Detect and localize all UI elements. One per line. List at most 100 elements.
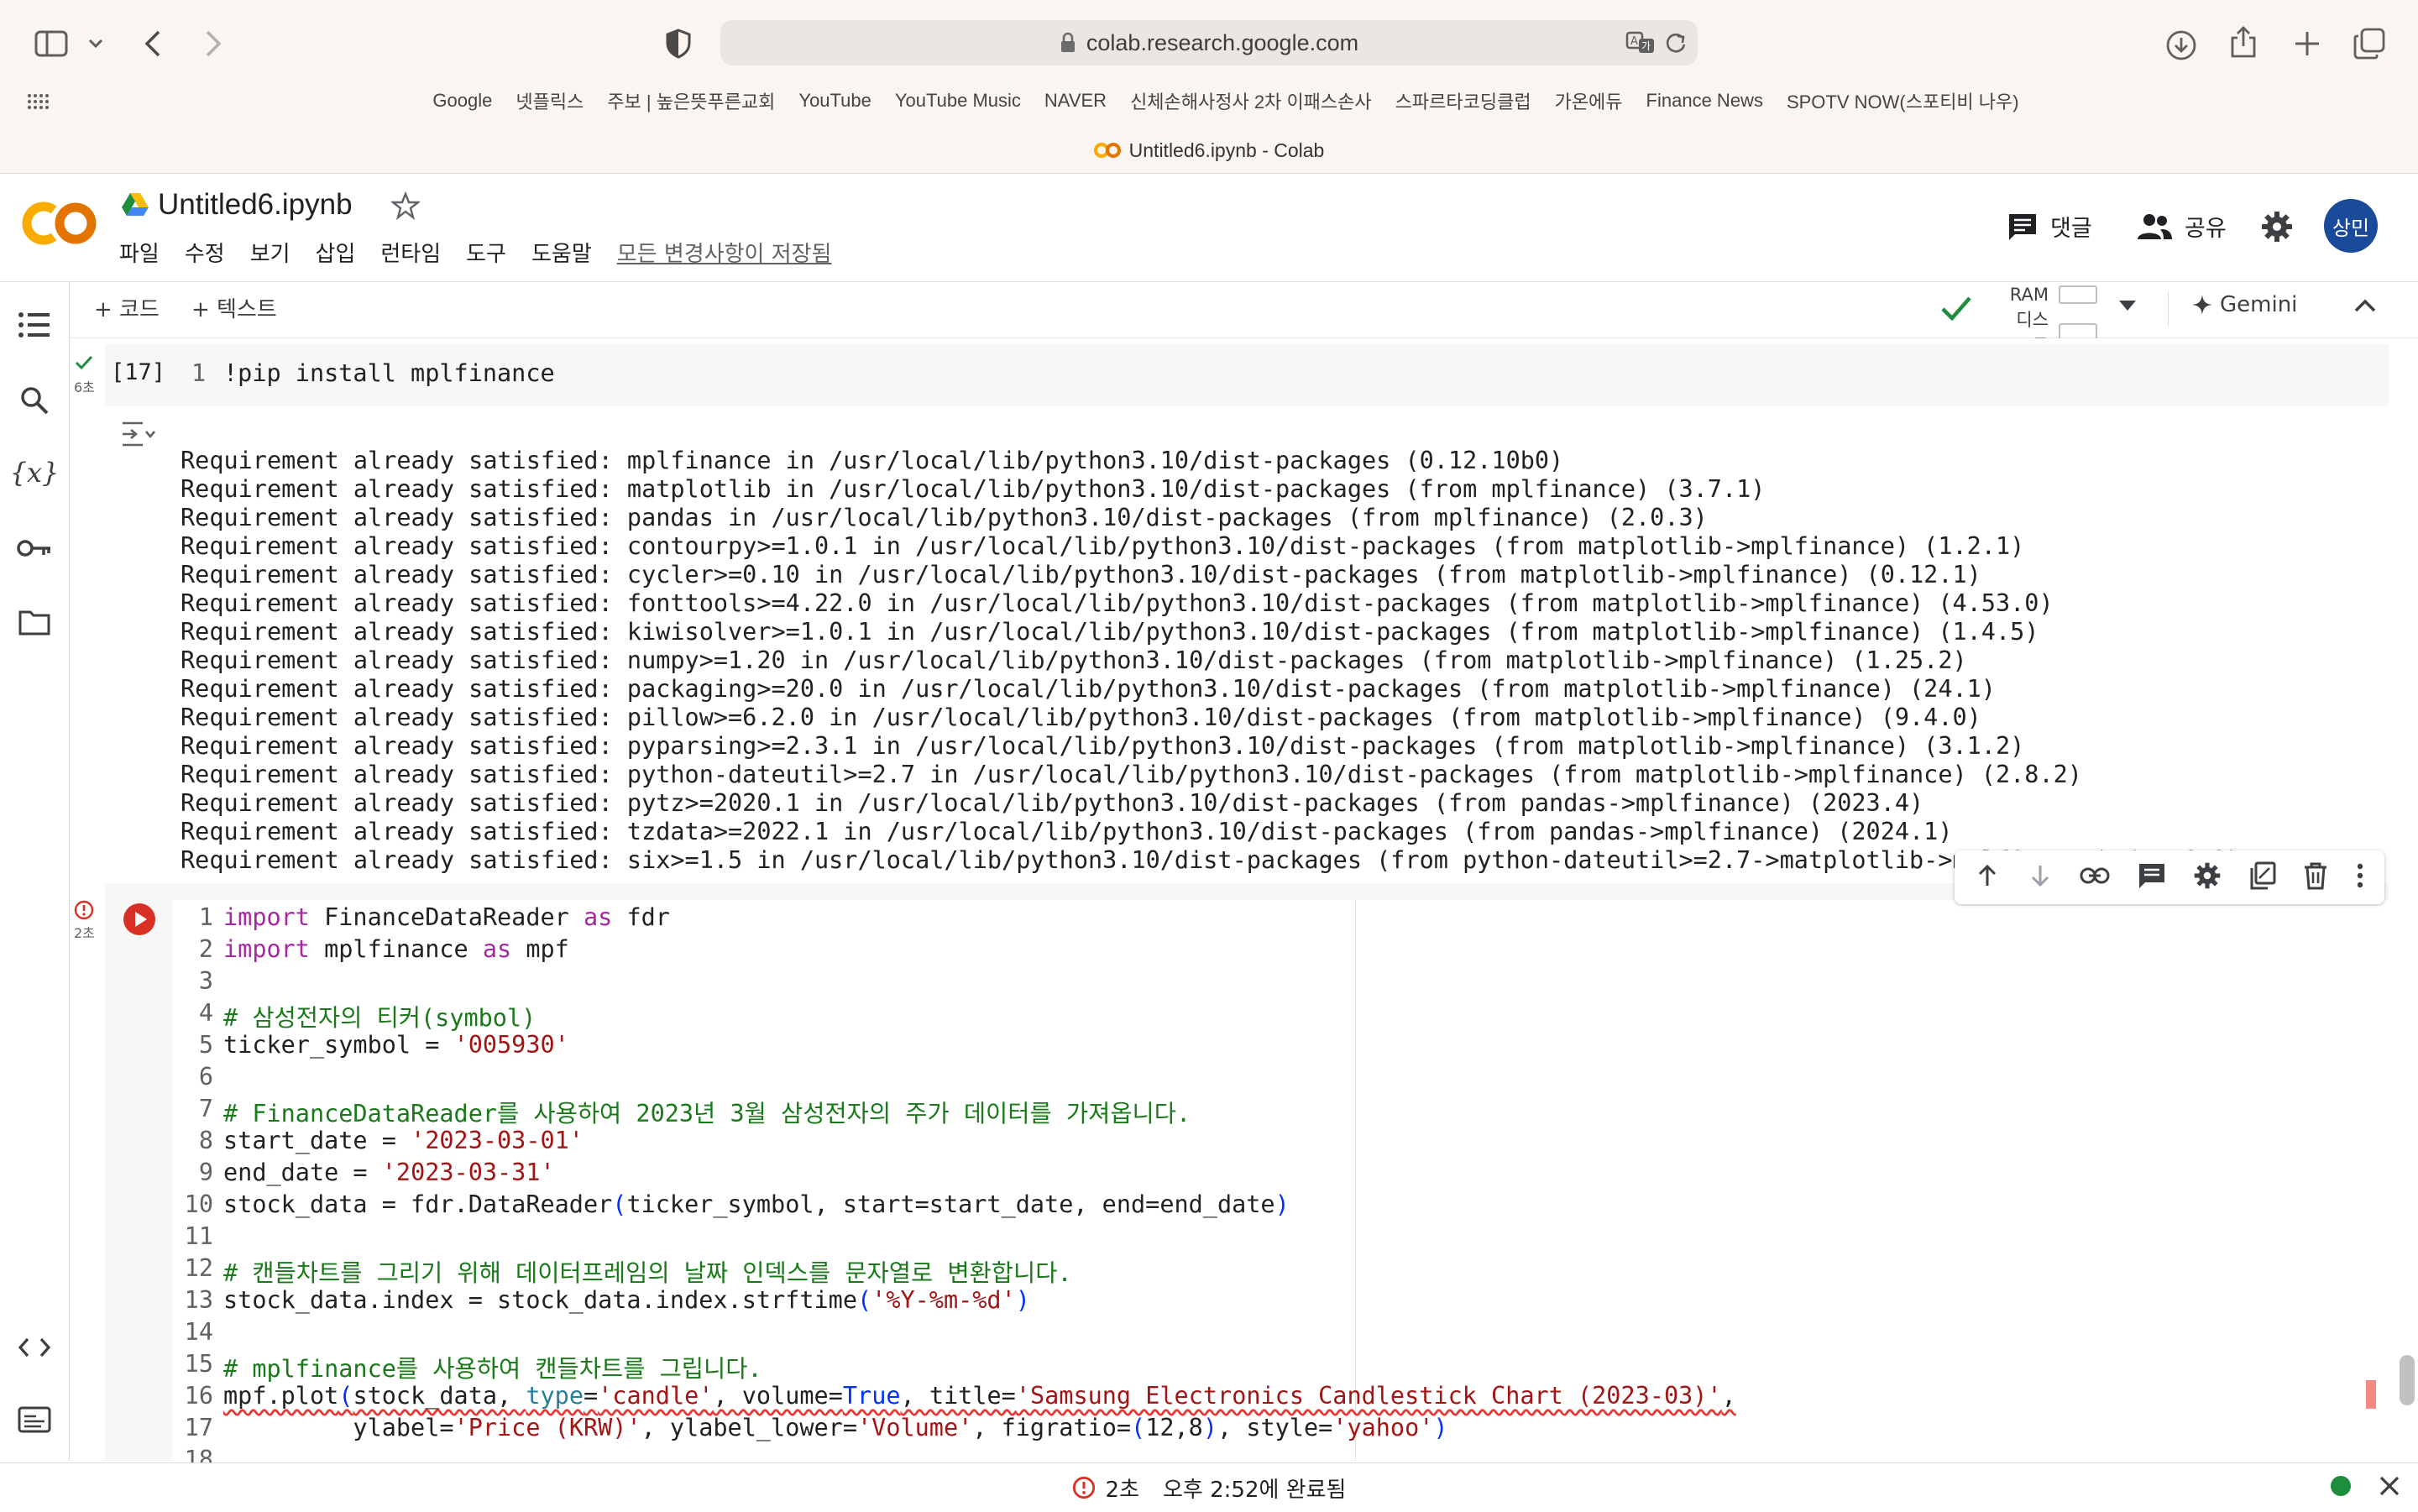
code-line[interactable]: # 삼성전자의 티커(symbol) <box>223 999 536 1033</box>
address-bar[interactable]: colab.research.google.com A가 <box>720 20 1698 65</box>
runtime-dropdown-icon[interactable] <box>2117 299 2141 319</box>
comment-icon <box>2009 213 2036 240</box>
bookmark-item[interactable]: SPOTV NOW(스포티비 나우) <box>1787 87 2019 114</box>
code-line[interactable]: mpf.plot(stock_data, type='candle', volu… <box>223 1382 1736 1410</box>
saved-status[interactable]: 모든 변경사항이 저장됨 <box>617 237 832 268</box>
bookmarks-bar: Google 넷플릭스 주보 | 높은뜻푸른교회 YouTube YouTube… <box>369 84 2082 118</box>
share-button[interactable]: 공유 <box>2136 210 2227 243</box>
settings-gear-icon[interactable] <box>2260 210 2294 243</box>
output-line: Requirement already satisfied: mplfinanc… <box>181 447 1564 474</box>
terminal-icon[interactable] <box>13 1399 55 1441</box>
variables-icon[interactable]: {x} <box>10 452 60 494</box>
mirror-cell-icon[interactable] <box>2249 861 2276 893</box>
active-tab[interactable]: Untitled6.ipynb - Colab <box>0 136 2418 165</box>
line-number: 6 <box>198 1063 213 1091</box>
avatar[interactable]: 상민 <box>2324 199 2378 253</box>
table-of-contents-icon[interactable] <box>13 304 55 346</box>
translate-icon[interactable]: A가 <box>1624 27 1657 59</box>
ram-meter <box>2059 285 2097 304</box>
key-icon[interactable] <box>13 527 55 569</box>
code-line[interactable]: import mplfinance as mpf <box>223 935 569 963</box>
sidebar-toggle-icon[interactable] <box>30 25 72 62</box>
bookmark-item[interactable]: Finance News <box>1646 90 1763 112</box>
bookmark-item[interactable]: 가온에듀 <box>1555 87 1623 114</box>
comment-icon[interactable] <box>2138 862 2166 892</box>
output-toggle-icon[interactable] <box>119 420 158 450</box>
chevron-down-icon[interactable] <box>82 30 109 57</box>
share-icon[interactable] <box>2223 22 2264 62</box>
code-line[interactable]: start_date = '2023-03-01' <box>223 1127 584 1154</box>
add-text-button[interactable]: + 텍스트 <box>191 292 277 323</box>
bookmark-item[interactable]: 주보 | 높은뜻푸른교회 <box>607 87 775 114</box>
more-options-icon[interactable] <box>2356 863 2364 892</box>
new-tab-icon[interactable] <box>2287 24 2327 64</box>
line-number: 2 <box>198 935 213 963</box>
move-down-icon[interactable] <box>2028 863 2053 892</box>
move-up-icon[interactable] <box>1975 863 2000 892</box>
tab-overview-icon[interactable] <box>2349 24 2389 64</box>
exec-time: 2초 <box>74 925 95 941</box>
reload-icon[interactable] <box>1659 27 1693 59</box>
output-line: Requirement already satisfied: pyparsing… <box>181 732 2025 760</box>
code-line[interactable]: !pip install mplfinance <box>223 359 555 387</box>
code-line[interactable]: import FinanceDataReader as fdr <box>223 903 670 931</box>
code-line[interactable]: # FinanceDataReader를 사용하여 2023년 3월 삼성전자의… <box>223 1095 1191 1129</box>
code-line[interactable]: stock_data.index = stock_data.index.strf… <box>223 1286 1030 1314</box>
line-number: 4 <box>198 999 213 1027</box>
apps-grid-icon[interactable] <box>24 87 52 116</box>
shield-icon[interactable] <box>660 25 697 62</box>
line-number: 7 <box>198 1095 213 1122</box>
close-icon[interactable] <box>2378 1474 2403 1499</box>
output-line: Requirement already satisfied: python-da… <box>181 761 2082 788</box>
line-number: 8 <box>198 1127 213 1154</box>
execution-status[interactable]: 2초 <box>1072 1473 1139 1504</box>
error-icon <box>74 900 94 920</box>
star-icon[interactable] <box>390 191 421 222</box>
code-snippets-icon[interactable] <box>13 1326 55 1368</box>
cell-output: Requirement already satisfied: mplfinanc… <box>181 418 2241 903</box>
collapse-header-icon[interactable] <box>2353 297 2383 321</box>
search-icon[interactable] <box>13 379 55 421</box>
code-line[interactable]: ylabel='Price (KRW)', ylabel_lower='Volu… <box>223 1414 1447 1441</box>
bookmark-item[interactable]: 스파르타코딩클럽 <box>1395 87 1531 114</box>
code-line[interactable]: # 캔들차트를 그리기 위해 데이터프레임의 날짜 인덱스를 문자열로 변환합니… <box>223 1254 1072 1289</box>
svg-text:A: A <box>1630 35 1638 48</box>
bookmark-item[interactable]: YouTube <box>798 90 871 112</box>
colab-logo-icon[interactable] <box>22 198 99 249</box>
success-check-icon <box>74 354 97 373</box>
gemini-label: Gemini <box>2220 292 2298 317</box>
menu-file[interactable]: 파일 <box>119 237 160 268</box>
bookmark-item[interactable]: YouTube Music <box>895 90 1021 112</box>
code-line[interactable]: end_date = '2023-03-31' <box>223 1159 555 1186</box>
bookmark-item[interactable]: Google <box>432 90 492 112</box>
notebook-title[interactable]: Untitled6.ipynb <box>158 188 353 222</box>
menu-tools[interactable]: 도구 <box>466 237 506 268</box>
error-icon <box>1072 1476 1095 1499</box>
menu-help[interactable]: 도움말 <box>531 237 592 268</box>
menu-edit[interactable]: 수정 <box>185 237 225 268</box>
menu-runtime[interactable]: 런타임 <box>380 237 441 268</box>
delete-icon[interactable] <box>2303 861 2328 893</box>
bookmark-item[interactable]: 넷플릭스 <box>516 87 584 114</box>
run-cell-button[interactable] <box>122 902 157 937</box>
add-code-button[interactable]: + 코드 <box>94 292 160 323</box>
folder-icon[interactable] <box>13 601 55 643</box>
share-label: 공유 <box>2185 216 2227 242</box>
cell-settings-gear-icon[interactable] <box>2193 861 2222 893</box>
code-line[interactable]: # mplfinance를 사용하여 캔들차트를 그립니다. <box>223 1350 762 1384</box>
bookmark-item[interactable]: NAVER <box>1044 90 1107 112</box>
comment-button[interactable]: 댓글 <box>2007 210 2092 243</box>
gemini-button[interactable]: Gemini <box>2191 292 2297 317</box>
forward-icon[interactable] <box>193 24 233 64</box>
menu-view[interactable]: 보기 <box>250 237 290 268</box>
bookmark-item[interactable]: 신체손해사정사 2차 이패스손사 <box>1130 87 1372 114</box>
execution-time: 2초 <box>1105 1477 1140 1503</box>
back-icon[interactable] <box>133 24 173 64</box>
code-line[interactable]: stock_data = fdr.DataReader(ticker_symbo… <box>223 1190 1290 1218</box>
menu-insert[interactable]: 삽입 <box>316 237 356 268</box>
code-line[interactable]: ticker_symbol = '005930' <box>223 1031 569 1059</box>
link-icon[interactable] <box>2080 866 2110 888</box>
download-icon[interactable] <box>2161 25 2201 65</box>
scrollbar-thumb[interactable] <box>2400 1355 2415 1405</box>
url-text: colab.research.google.com <box>1086 29 1359 55</box>
